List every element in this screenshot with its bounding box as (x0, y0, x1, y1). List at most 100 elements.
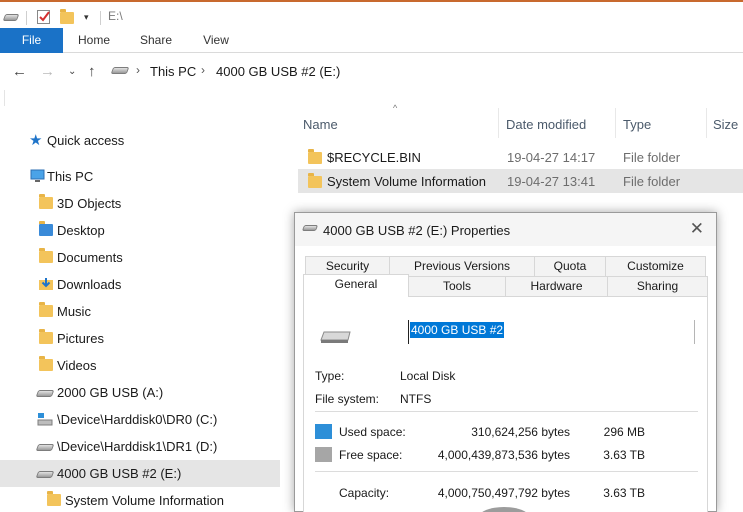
text-caret (408, 320, 409, 344)
properties-quick-access-icon[interactable] (36, 9, 52, 25)
pane-divider (4, 90, 5, 106)
pictures-folder-icon (39, 329, 53, 345)
used-space-label: Used space: (339, 425, 406, 439)
tab-tools[interactable]: Tools (408, 276, 506, 297)
drive-breadcrumb-icon (110, 62, 130, 74)
star-icon: ★ (29, 132, 43, 149)
drive-large-icon (319, 329, 353, 348)
breadcrumb-current-drive[interactable]: 4000 GB USB #2 (E:) (216, 64, 340, 79)
used-space-swatch (315, 424, 332, 439)
window-title: E:\ (108, 9, 123, 23)
tab-hardware[interactable]: Hardware (505, 276, 608, 297)
general-tab-panel: 4000 GB USB #2 Type: Local Disk File sys… (303, 296, 708, 512)
title-bar: ▾ E:\ (0, 0, 743, 30)
tab-sharing[interactable]: Sharing (607, 276, 708, 297)
nav-item-3d-objects[interactable]: 3D Objects (0, 190, 280, 217)
close-icon[interactable]: ✕ (690, 219, 704, 239)
column-separator[interactable] (706, 108, 707, 138)
dialog-title-bar[interactable]: 4000 GB USB #2 (E:) Properties ✕ (295, 213, 716, 246)
tab-general[interactable]: General (303, 274, 409, 297)
desktop-folder-icon (39, 221, 53, 237)
system-drive-icon (37, 412, 53, 426)
column-separator[interactable] (615, 108, 616, 138)
file-type: File folder (623, 174, 681, 189)
nav-item-pictures[interactable]: Pictures (0, 325, 280, 352)
drive-name-value: 4000 GB USB #2 (410, 322, 505, 338)
file-system-label: File system: (315, 392, 380, 406)
column-header-type[interactable]: Type (623, 117, 651, 132)
computer-icon (30, 169, 45, 183)
recent-locations-chevron-icon[interactable]: ⌄ (68, 66, 76, 77)
tab-home[interactable]: Home (70, 28, 118, 53)
tab-quota[interactable]: Quota (534, 256, 606, 277)
nav-item-quick-access[interactable]: ★ Quick access (0, 127, 280, 154)
drive-icon (301, 225, 319, 231)
file-row-recycle-bin[interactable]: $RECYCLE.BIN 19-04-27 14:17 File folder (298, 145, 743, 169)
used-space-size: 296 MB (603, 425, 645, 439)
customize-toolbar-icon[interactable]: ▾ (84, 9, 89, 25)
nav-item-desktop[interactable]: Desktop (0, 217, 280, 244)
folder-icon (308, 173, 322, 188)
capacity-label: Capacity: (339, 486, 390, 500)
back-arrow-icon[interactable]: ← (12, 63, 27, 80)
folder-icon (47, 491, 61, 507)
documents-folder-icon (39, 248, 53, 264)
file-system-value: NTFS (400, 392, 432, 406)
sort-ascending-icon: ^ (393, 103, 398, 113)
music-folder-icon (39, 302, 53, 318)
nav-item-system-volume-information[interactable]: System Volume Information (0, 487, 280, 512)
file-date: 19-04-27 14:17 (507, 150, 596, 165)
drive-icon (35, 439, 55, 453)
address-row: ← → ⌄ ↑ › This PC › 4000 GB USB #2 (E:) (0, 58, 743, 86)
nav-item-documents[interactable]: Documents (0, 244, 280, 271)
free-space-size: 3.63 TB (603, 448, 645, 462)
nav-item-music[interactable]: Music (0, 298, 280, 325)
tab-file[interactable]: File (0, 28, 63, 53)
column-header-size[interactable]: Size (713, 117, 738, 132)
file-row-system-volume-information[interactable]: System Volume Information 19-04-27 13:41… (298, 169, 743, 193)
divider (315, 471, 698, 472)
divider (315, 411, 698, 412)
used-space-bytes: 310,624,256 bytes (471, 425, 570, 439)
type-value: Local Disk (400, 369, 456, 383)
breadcrumb-chevron-icon[interactable]: › (201, 63, 205, 77)
up-arrow-icon[interactable]: ↑ (88, 63, 96, 80)
ribbon-tabs: File Home Share View (0, 28, 743, 53)
free-space-label: Free space: (339, 448, 403, 462)
capacity-size: 3.63 TB (603, 486, 645, 500)
usb-drive-icon (35, 466, 55, 480)
column-separator[interactable] (498, 108, 499, 138)
tab-previous-versions[interactable]: Previous Versions (389, 256, 535, 277)
navigation-pane: ★ Quick access This PC 3D Objects Deskto… (0, 125, 280, 512)
nav-item-downloads[interactable]: Downloads (0, 271, 280, 298)
separator (100, 11, 101, 25)
breadcrumb-this-pc[interactable]: This PC (150, 64, 196, 79)
downloads-folder-icon (39, 277, 53, 291)
drive-name-field[interactable]: 4000 GB USB #2 (408, 320, 695, 344)
nav-item-drive-c[interactable]: \Device\Harddisk0\DR0 (C:) (0, 406, 280, 433)
free-space-bytes: 4,000,439,873,536 bytes (437, 448, 570, 462)
column-header-name[interactable]: Name (303, 117, 338, 132)
file-name: System Volume Information (327, 174, 486, 189)
tab-view[interactable]: View (192, 28, 240, 53)
column-header-date-modified[interactable]: Date modified (506, 117, 586, 132)
nav-item-drive-e[interactable]: 4000 GB USB #2 (E:) (0, 460, 280, 487)
forward-arrow-icon[interactable]: → (40, 63, 55, 80)
usb-drive-icon (35, 385, 55, 399)
nav-item-this-pc[interactable]: This PC (0, 163, 280, 190)
nav-item-drive-d[interactable]: \Device\Harddisk1\DR1 (D:) (0, 433, 280, 460)
capacity-bytes: 4,000,750,497,792 bytes (437, 486, 570, 500)
file-name: $RECYCLE.BIN (327, 150, 421, 165)
file-type: File folder (623, 150, 681, 165)
separator (26, 11, 27, 25)
new-folder-quick-access-icon[interactable] (60, 8, 74, 25)
nav-item-videos[interactable]: Videos (0, 352, 280, 379)
drive-app-icon (2, 9, 20, 25)
nav-item-drive-a[interactable]: 2000 GB USB (A:) (0, 379, 280, 406)
tab-share[interactable]: Share (132, 28, 180, 53)
usage-pie-chart (479, 507, 529, 512)
breadcrumb-chevron-icon[interactable]: › (136, 63, 140, 77)
dialog-title: 4000 GB USB #2 (E:) Properties (323, 223, 511, 238)
folder-icon (39, 194, 53, 210)
tab-customize[interactable]: Customize (605, 256, 706, 277)
